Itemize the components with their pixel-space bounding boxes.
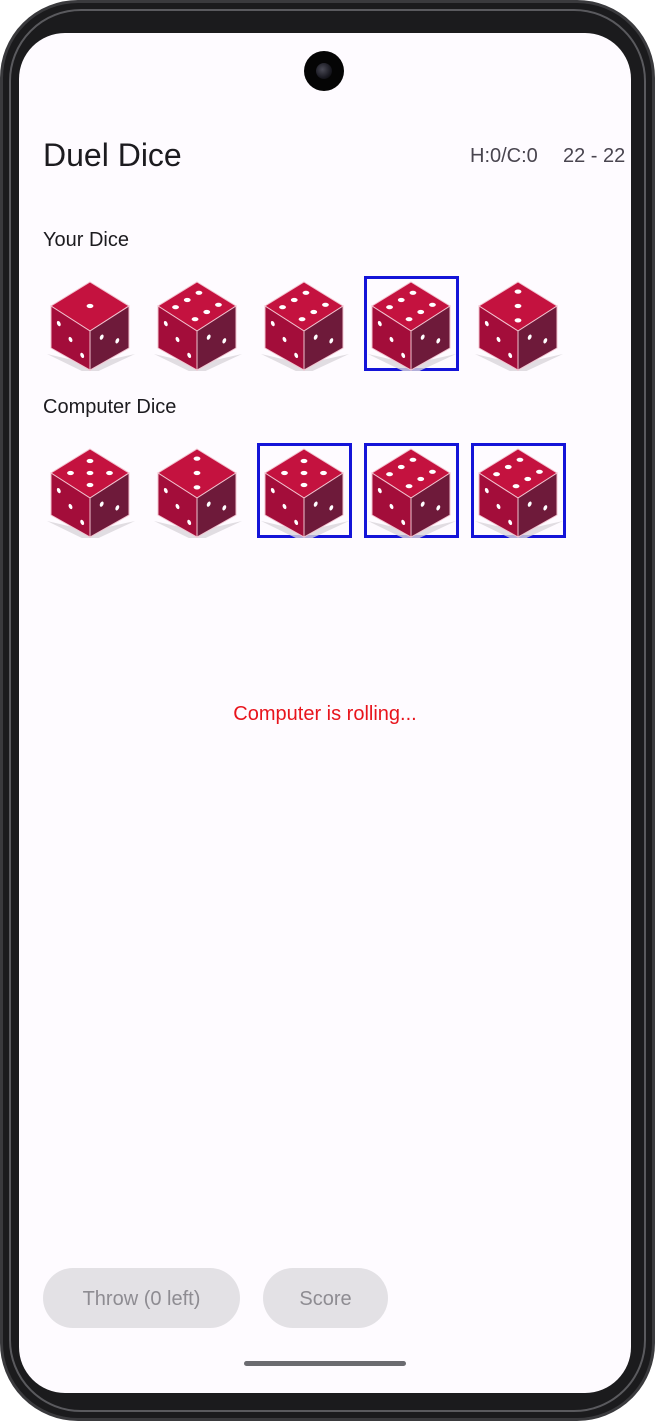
your-dice-label: Your Dice (43, 229, 129, 251)
computer-die-4[interactable] (364, 443, 459, 538)
status-message: Computer is rolling... (233, 703, 417, 725)
score-button[interactable]: Score (263, 1268, 388, 1328)
round-wins-score: H:0/C:0 (470, 145, 538, 167)
app-title: Duel Dice (43, 137, 182, 173)
total-score: 22 - 22 (563, 145, 626, 167)
home-indicator[interactable] (244, 1361, 406, 1366)
computer-die-5[interactable] (471, 443, 566, 538)
computer-dice-label: Computer Dice (43, 396, 177, 418)
computer-die-1[interactable] (43, 443, 138, 538)
player-dice-row (43, 276, 603, 372)
player-die-3[interactable] (257, 276, 352, 371)
front-camera (304, 51, 344, 91)
player-die-5[interactable] (471, 276, 566, 371)
throw-button[interactable]: Throw (0 left) (43, 1268, 240, 1328)
player-die-2[interactable] (150, 276, 245, 371)
player-die-4[interactable] (364, 276, 459, 371)
computer-dice-row (43, 443, 603, 539)
computer-die-3[interactable] (257, 443, 352, 538)
app-screen: Duel Dice H:0/C:0 22 - 22 Your Dice Comp… (19, 33, 631, 1393)
computer-die-2[interactable] (150, 443, 245, 538)
player-die-1[interactable] (43, 276, 138, 371)
